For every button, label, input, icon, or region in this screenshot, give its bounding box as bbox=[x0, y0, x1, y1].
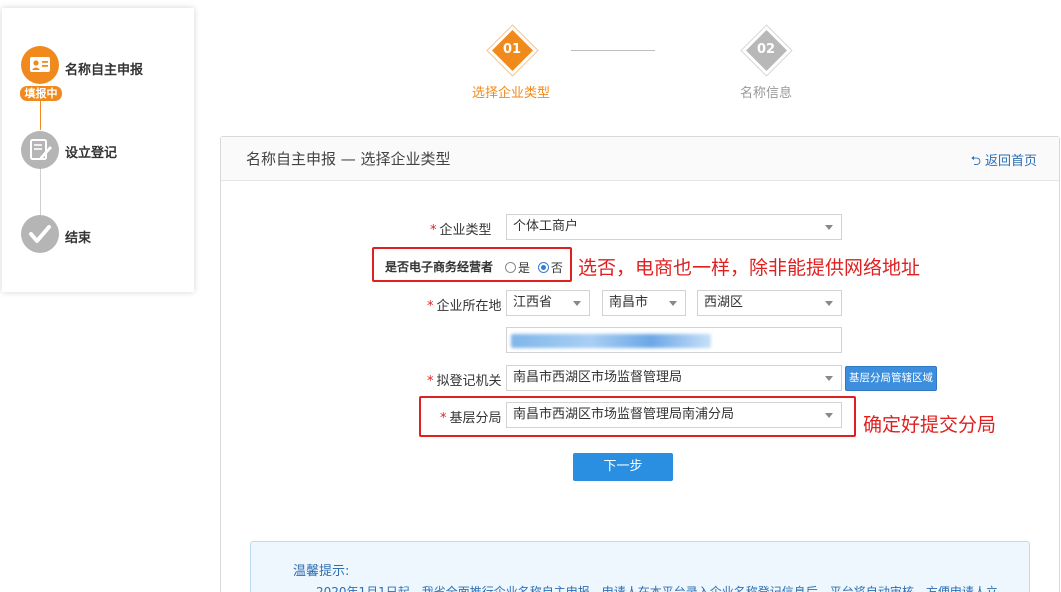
stepper-label-1: 选择企业类型 bbox=[472, 86, 551, 101]
required-mark: * bbox=[430, 223, 437, 238]
enterprise-type-label: * 企业类型 bbox=[430, 219, 492, 238]
authority-label: * 拟登记机关 bbox=[427, 370, 502, 389]
edit-form-icon bbox=[30, 139, 52, 160]
radio-yes-circle[interactable] bbox=[505, 262, 516, 273]
progress-line bbox=[40, 168, 41, 218]
city-select[interactable]: 南昌市 bbox=[602, 290, 686, 316]
main-card: 名称自主申报 — 选择企业类型 ⮌ 返回首页 bbox=[220, 136, 1060, 592]
ecommerce-annotation: 选否，电商也一样，除非能提供网络地址 bbox=[578, 257, 921, 279]
step-icon-finish bbox=[21, 215, 59, 253]
step-icon-register bbox=[21, 131, 59, 169]
city-value: 南昌市 bbox=[609, 295, 649, 310]
chevron-down-icon bbox=[825, 413, 833, 418]
checkmark-icon bbox=[29, 225, 51, 243]
id-card-icon bbox=[30, 57, 50, 72]
card-header: 名称自主申报 — 选择企业类型 ⮌ 返回首页 bbox=[221, 137, 1059, 181]
stepper-label-2: 名称信息 bbox=[740, 86, 793, 101]
chevron-down-icon bbox=[669, 301, 677, 306]
radio-no-label: 否 bbox=[550, 261, 563, 275]
step-icon-apply bbox=[21, 46, 59, 84]
back-home-link[interactable]: ⮌ 返回首页 bbox=[971, 150, 1037, 174]
location-label: * 企业所在地 bbox=[427, 295, 502, 314]
branch-value: 南昌市西湖区市场监督管理局南浦分局 bbox=[513, 407, 735, 422]
card-title: 名称自主申报 — 选择企业类型 bbox=[246, 150, 451, 168]
tip-text: 2020年1月1日起，我省全面推行企业名称自主申报，申请人在本平台录入企业名称登… bbox=[316, 585, 998, 592]
authority-value: 南昌市西湖区市场监督管理局 bbox=[513, 370, 683, 385]
radio-yes-label: 是 bbox=[518, 261, 531, 275]
blurred-address bbox=[511, 334, 711, 348]
stepper-connector bbox=[571, 50, 655, 51]
province-value: 江西省 bbox=[513, 295, 553, 310]
stepper-num-1: 01 bbox=[502, 42, 522, 57]
progress-line-active bbox=[40, 96, 41, 130]
branch-jurisdiction-button[interactable]: 基层分局管辖区域 bbox=[845, 366, 937, 391]
progress-sidebar: 填报中 名称自主申报 设立登记 结束 bbox=[2, 8, 194, 292]
next-step-button[interactable]: 下一步 bbox=[573, 453, 673, 481]
stepper-num-2: 02 bbox=[756, 42, 776, 57]
chevron-down-icon bbox=[825, 301, 833, 306]
location-label-text: 企业所在地 bbox=[436, 299, 502, 314]
required-mark: * bbox=[427, 299, 434, 314]
branch-label-text: 基层分局 bbox=[449, 411, 502, 426]
enterprise-type-select[interactable]: 个体工商户 bbox=[506, 214, 842, 240]
chevron-down-icon bbox=[573, 301, 581, 306]
status-badge: 填报中 bbox=[20, 86, 62, 101]
tip-box: 温馨提示: 2020年1月1日起，我省全面推行企业名称自主申报，申请人在本平台录… bbox=[250, 541, 1030, 592]
enterprise-type-value: 个体工商户 bbox=[513, 219, 579, 234]
district-value: 西湖区 bbox=[704, 295, 744, 310]
branch-label: * 基层分局 bbox=[440, 407, 502, 426]
address-input[interactable] bbox=[506, 327, 842, 353]
authority-label-text: 拟登记机关 bbox=[436, 374, 502, 389]
chevron-down-icon bbox=[825, 376, 833, 381]
province-select[interactable]: 江西省 bbox=[506, 290, 590, 316]
enterprise-type-label-text: 企业类型 bbox=[439, 223, 492, 238]
district-select[interactable]: 西湖区 bbox=[697, 290, 842, 316]
tip-title: 温馨提示: bbox=[293, 564, 350, 579]
required-mark: * bbox=[427, 374, 434, 389]
ecommerce-label: 是否电子商务经营者 bbox=[385, 260, 494, 274]
sidebar-step-apply-label: 名称自主申报 bbox=[65, 63, 144, 78]
required-mark: * bbox=[440, 411, 447, 426]
sidebar-step-finish-label: 结束 bbox=[65, 231, 92, 246]
branch-select[interactable]: 南昌市西湖区市场监督管理局南浦分局 bbox=[506, 402, 842, 428]
chevron-down-icon bbox=[825, 225, 833, 230]
back-home-label: 返回首页 bbox=[984, 154, 1037, 169]
radio-yes[interactable]: 是 bbox=[505, 261, 530, 275]
ecommerce-radio-group: 是 否 bbox=[505, 259, 563, 276]
branch-annotation: 确定好提交分局 bbox=[863, 414, 997, 436]
radio-no[interactable]: 否 bbox=[537, 261, 563, 275]
return-arrow-icon: ⮌ bbox=[970, 154, 981, 169]
authority-select[interactable]: 南昌市西湖区市场监督管理局 bbox=[506, 365, 842, 391]
radio-no-circle[interactable] bbox=[537, 262, 549, 273]
sidebar-step-register-label: 设立登记 bbox=[65, 146, 118, 161]
